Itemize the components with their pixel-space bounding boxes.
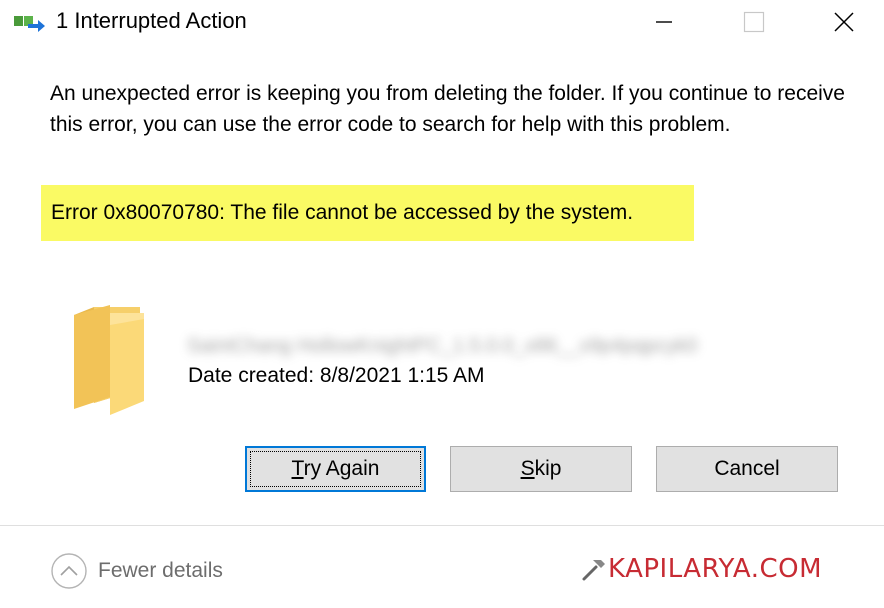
error-code-text: Error 0x80070780: The file cannot be acc… xyxy=(51,201,634,224)
minimize-button[interactable] xyxy=(634,0,694,44)
watermark: KAPILARYA.COM xyxy=(580,553,822,585)
item-name: SaintChang HollowKnightPC_1.5.0.0_x86__x… xyxy=(187,335,698,357)
maximize-button[interactable] xyxy=(724,0,784,44)
folder-icon xyxy=(74,305,144,415)
close-button[interactable] xyxy=(814,0,874,44)
error-message: An unexpected error is keeping you from … xyxy=(50,82,845,136)
maximize-icon xyxy=(743,11,765,33)
date-created: Date created: 8/8/2021 1:15 AM xyxy=(188,364,485,387)
minimize-icon xyxy=(656,21,672,23)
try-again-button[interactable]: Try Again xyxy=(245,446,426,492)
footer-divider xyxy=(0,525,884,526)
window-title: 1 Interrupted Action xyxy=(56,8,247,33)
title-bar[interactable]: 1 Interrupted Action xyxy=(0,0,884,44)
file-move-icon xyxy=(14,16,45,32)
fewer-details-toggle[interactable]: Fewer details xyxy=(50,551,223,591)
hammer-icon xyxy=(582,560,605,581)
cancel-button[interactable]: Cancel xyxy=(656,446,838,492)
skip-label: Skip xyxy=(520,457,562,480)
skip-button[interactable]: Skip xyxy=(450,446,632,492)
cancel-label: Cancel xyxy=(714,457,780,480)
fewer-details-label: Fewer details xyxy=(98,559,223,582)
try-again-label: Try Again xyxy=(291,457,380,480)
watermark-text: KAPILARYA.COM xyxy=(608,554,823,584)
chevron-up-icon xyxy=(51,553,87,589)
close-icon xyxy=(834,12,854,32)
